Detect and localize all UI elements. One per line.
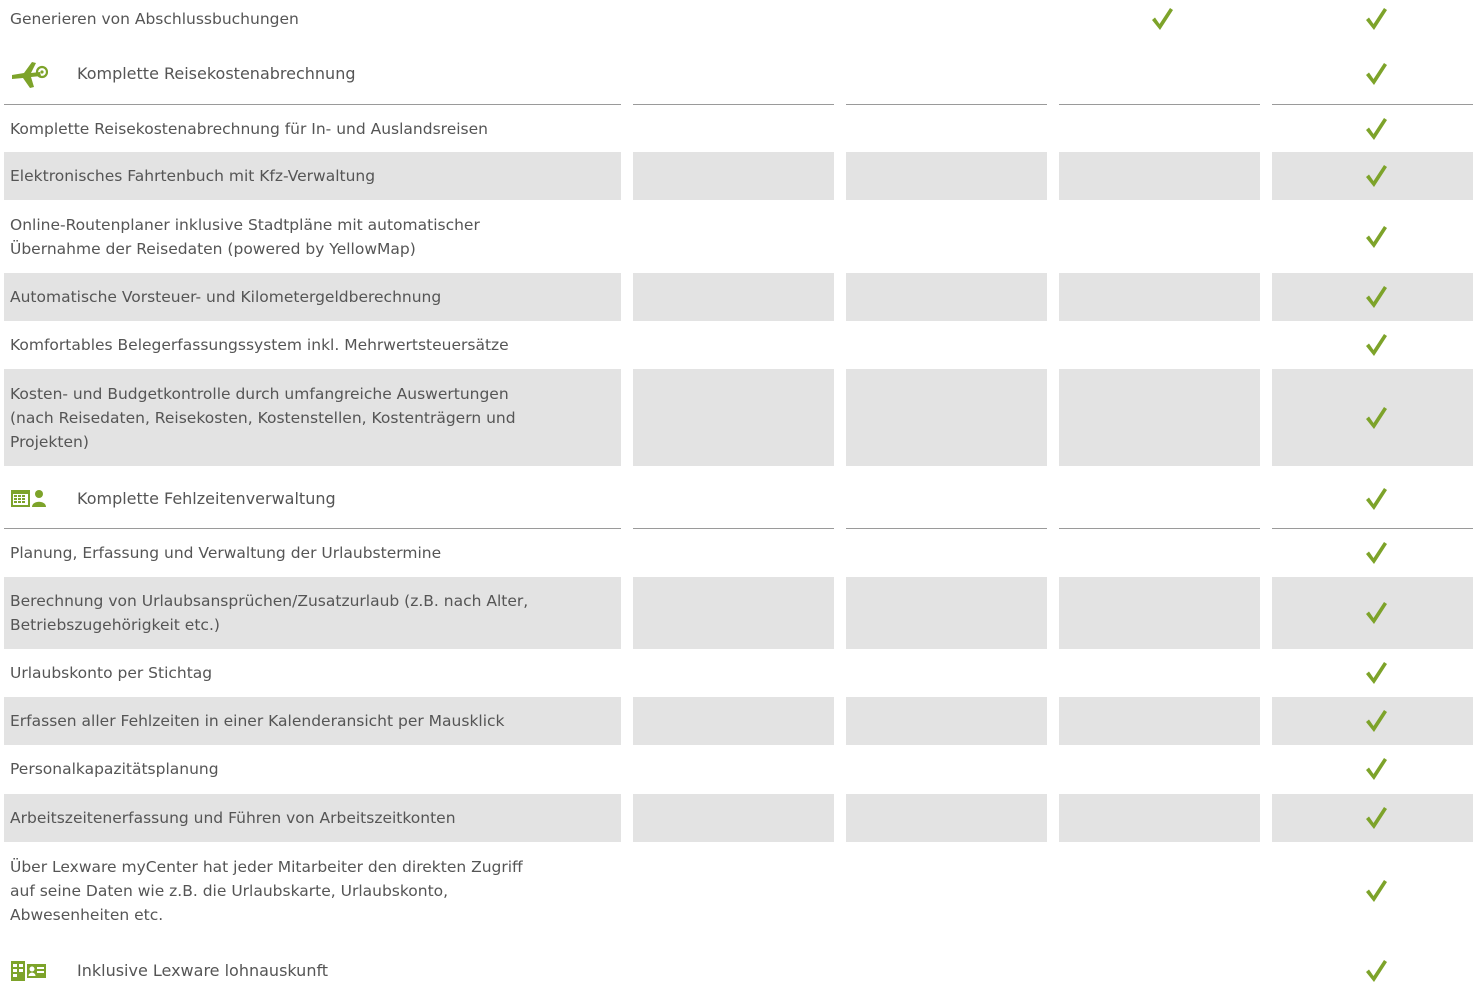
checkmark-icon [1362,152,1390,200]
checkmark-icon [1362,529,1390,577]
table-row: Elektronisches Fahrtenbuch mit Kfz-Verwa… [0,152,1480,200]
table-row: Über Lexware myCenter hat jeder Mitarbei… [0,842,1480,939]
table-row: Komfortables Belegerfassungssystem inkl.… [0,321,1480,369]
checkmark-icon [1362,842,1390,939]
checkmark-icon [1362,105,1390,152]
feature-comparison-table: Generieren von Abschlussbuchungen Komplet… [0,0,1480,998]
feature-label: Planung, Erfassung und Verwaltung der Ur… [10,544,442,562]
checkmark-icon [1362,43,1390,105]
table-row: Planung, Erfassung und Verwaltung der Ur… [0,529,1480,577]
section-header-row: Komplette Reisekostenabrechnung [0,43,1480,105]
payslip-info-icon [10,956,48,986]
section-title: Komplette Fehlzeitenverwaltung [77,488,336,508]
checkmark-icon [1362,200,1390,273]
row-shade-cell [633,273,834,321]
section-title: Komplette Reisekostenabrechnung [77,64,356,83]
row-shade-cell [633,152,834,200]
feature-label: Urlaubskonto per Stichtag [10,664,213,682]
checkmark-icon [1362,321,1390,369]
feature-label: Online-Routenplaner inklusive Stadtpläne… [10,215,480,258]
row-shade-cell [633,794,834,842]
row-shade-cell [1059,273,1260,321]
feature-label: Über Lexware myCenter hat jeder Mitarbei… [10,857,523,924]
table-row: Urlaubskonto per Stichtag [0,649,1480,697]
row-shade-cell [633,577,834,649]
checkmark-icon [1362,468,1390,529]
table-row: Erfassen aller Fehlzeiten in einer Kalen… [0,697,1480,745]
table-row: Kosten- und Budgetkontrolle durch umfang… [0,369,1480,466]
feature-label: Elektronisches Fahrtenbuch mit Kfz-Verwa… [10,167,376,185]
feature-label: Komplette Reisekostenabrechnung für In- … [10,119,488,138]
table-row: Online-Routenplaner inklusive Stadtpläne… [0,200,1480,273]
checkmark-icon [1148,0,1176,37]
feature-label: Automatische Vorsteuer- und Kilometergel… [10,288,442,306]
checkmark-icon [1362,697,1390,745]
row-shade-cell [846,794,1047,842]
feature-label: Komfortables Belegerfassungssystem inkl.… [10,336,509,354]
row-shade-cell [1059,577,1260,649]
table-row: Berechnung von Urlaubsansprüchen/Zusatzu… [0,577,1480,649]
section-title: Inklusive Lexware lohnauskunft [77,961,329,980]
row-shade-cell [846,697,1047,745]
checkmark-icon [1362,794,1390,842]
table-row: Generieren von Abschlussbuchungen [0,0,1480,37]
checkmark-icon [1362,273,1390,321]
feature-label: Kosten- und Budgetkontrolle durch umfang… [10,384,516,451]
section-header-row: Komplette Fehlzeitenverwaltung [0,468,1480,529]
row-shade-cell [1059,369,1260,466]
feature-label: Erfassen aller Fehlzeiten in einer Kalen… [10,712,505,730]
checkmark-icon [1362,745,1390,793]
row-shade-cell [846,273,1047,321]
row-shade-cell [1059,794,1260,842]
calendar-person-icon [10,484,48,514]
checkmark-icon [1362,369,1390,466]
feature-label: Berechnung von Urlaubsansprüchen/Zusatzu… [10,592,529,634]
checkmark-icon [1362,0,1390,37]
feature-label: Generieren von Abschlussbuchungen [10,9,299,28]
row-shade-cell [1059,697,1260,745]
row-shade-cell [1059,152,1260,200]
feature-label: Personalkapazitätsplanung [10,760,219,778]
row-shade-cell [846,152,1047,200]
row-shade-cell [846,577,1047,649]
table-row: Personalkapazitätsplanung [0,745,1480,793]
feature-label: Arbeitszeitenerfassung und Führen von Ar… [10,809,456,827]
airplane-icon [10,59,49,89]
checkmark-icon [1362,577,1390,649]
section-header-row: Inklusive Lexware lohnauskunft [0,944,1480,998]
table-row: Automatische Vorsteuer- und Kilometergel… [0,273,1480,321]
table-row: Komplette Reisekostenabrechnung für In- … [0,105,1480,152]
table-row: Arbeitszeitenerfassung und Führen von Ar… [0,794,1480,842]
checkmark-icon [1362,944,1390,998]
row-shade-cell [633,369,834,466]
row-shade-cell [846,369,1047,466]
checkmark-icon [1362,649,1390,697]
row-shade-cell [633,697,834,745]
